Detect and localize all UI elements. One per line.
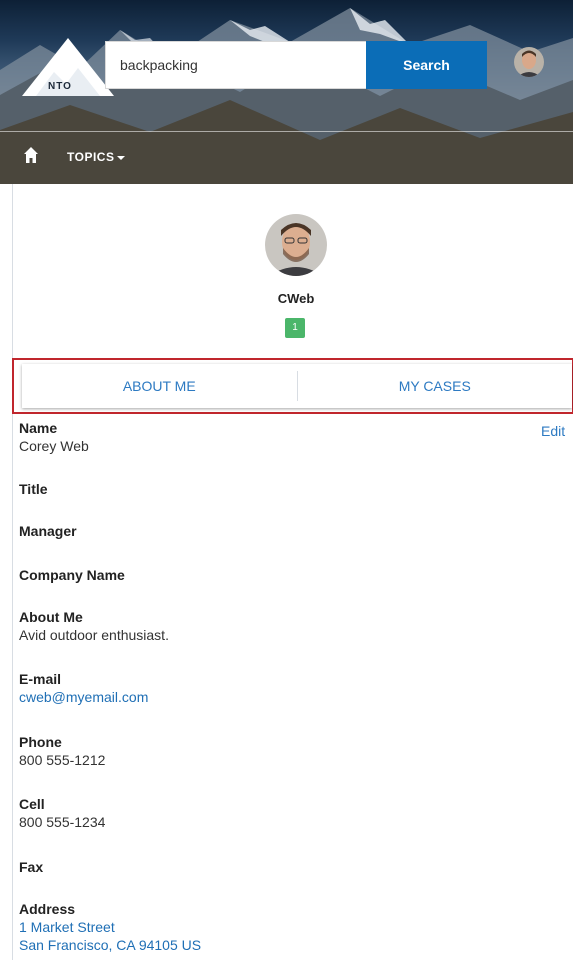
reputation-badge: 1 [285, 318, 305, 338]
field-label: Title [19, 481, 48, 497]
edit-link[interactable]: Edit [541, 423, 565, 439]
field-value: 800 555-1234 [19, 814, 106, 830]
field-label: Manager [19, 523, 77, 539]
profile-tabs: ABOUT ME MY CASES [12, 358, 573, 414]
address-link-line-2[interactable]: San Francisco, CA 94105 US [19, 936, 201, 954]
search-button[interactable]: Search [366, 41, 487, 89]
profile-nickname: CWeb [277, 291, 315, 306]
field-label: Phone [19, 734, 62, 750]
field-name: Name Corey Web [19, 419, 89, 455]
chevron-down-icon [117, 155, 126, 160]
content-left-border [12, 184, 13, 960]
field-phone: Phone 800 555-1212 [19, 733, 105, 769]
tab-my-cases[interactable]: MY CASES [298, 364, 573, 408]
field-label: Address [19, 901, 76, 917]
field-value: 800 555-1212 [19, 752, 106, 768]
field-cell: Cell 800 555-1234 [19, 795, 105, 831]
field-label: Fax [19, 859, 44, 875]
profile-photo [265, 214, 327, 276]
field-label: Company Name [19, 567, 125, 583]
field-manager: Manager [19, 522, 77, 540]
field-value: Avid outdoor enthusiast. [19, 627, 169, 643]
field-address: Address 1 Market Street San Francisco, C… [19, 900, 201, 954]
user-avatar[interactable] [514, 47, 544, 77]
tab-about-me[interactable]: ABOUT ME [22, 364, 297, 408]
topics-menu[interactable]: TOPICS [67, 150, 126, 164]
field-fax: Fax [19, 858, 43, 876]
address-link-line-1[interactable]: 1 Market Street [19, 918, 201, 936]
field-email: E-mail cweb@myemail.com [19, 670, 148, 706]
field-about-me: About Me Avid outdoor enthusiast. [19, 608, 169, 644]
field-title: Title [19, 480, 48, 498]
field-label: E-mail [19, 671, 62, 687]
email-link[interactable]: cweb@myemail.com [19, 688, 148, 706]
field-company-name: Company Name [19, 566, 125, 584]
field-label: About Me [19, 609, 83, 625]
logo-text: NTO [48, 81, 72, 92]
field-label: Cell [19, 796, 45, 812]
field-label: Name [19, 420, 58, 436]
site-header: NTO backpacking Search TOPICS [0, 0, 573, 184]
header-divider [0, 131, 573, 132]
tab-bar: ABOUT ME MY CASES [22, 364, 572, 408]
home-icon[interactable] [24, 147, 38, 163]
search-input[interactable]: backpacking [105, 41, 366, 89]
topics-label: TOPICS [67, 150, 115, 164]
field-value: Corey Web [19, 438, 89, 454]
